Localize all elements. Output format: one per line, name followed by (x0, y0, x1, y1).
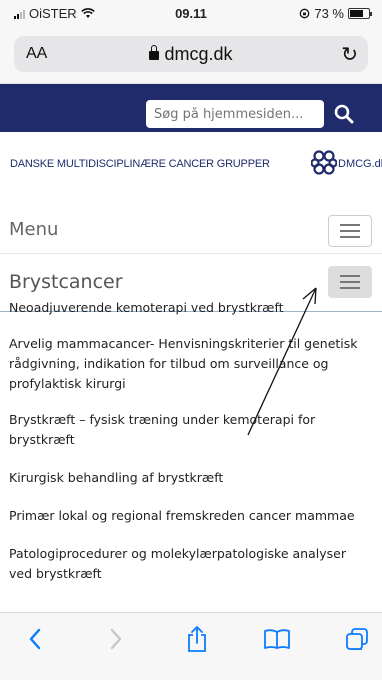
menu-label: Menu (9, 219, 59, 240)
status-bar: OiSTER 09.11 73 % (0, 0, 382, 28)
main-menu-toggle-button[interactable] (328, 215, 372, 247)
reload-icon[interactable]: ↻ (341, 42, 358, 67)
bookmarks-button[interactable] (262, 625, 292, 653)
hamburger-icon-bar (340, 275, 360, 277)
guideline-link[interactable]: Primær lokal og regional fremskreden can… (9, 506, 371, 526)
logo-abbreviation[interactable]: DMCG.dk (338, 158, 382, 170)
back-button[interactable] (20, 625, 50, 653)
section-label: Brystcancer (9, 271, 123, 293)
battery-group: 73 % (299, 6, 372, 21)
tabs-button[interactable] (342, 625, 372, 653)
section-menu-toggle-button[interactable] (328, 266, 372, 298)
url-display[interactable]: dmcg.dk (14, 44, 368, 65)
battery-icon (348, 8, 372, 19)
hamburger-icon-bar (340, 230, 360, 232)
orientation-lock-icon (300, 8, 310, 19)
browser-toolbar (0, 612, 382, 680)
back-icon (29, 628, 41, 650)
forward-button[interactable] (101, 625, 131, 653)
hamburger-icon-bar (340, 281, 360, 283)
main-menu-row: Menu (0, 206, 382, 254)
lock-icon (149, 45, 160, 60)
address-bar[interactable]: AA dmcg.dk ↻ (14, 36, 368, 72)
guideline-link[interactable]: Patologiprocedurer og molekylærpatologis… (9, 544, 371, 584)
share-button[interactable] (182, 625, 212, 653)
guideline-link[interactable]: Arvelig mammacancer- Henvisningskriterie… (9, 334, 371, 394)
hamburger-icon-bar (340, 236, 360, 238)
guideline-link[interactable]: Kirurgisk behandling af brystkræft (9, 468, 371, 488)
forward-icon (110, 628, 122, 650)
tabs-icon (346, 628, 368, 650)
bookmarks-icon (264, 629, 290, 649)
search-icon (334, 104, 354, 124)
battery-percent: 73 % (314, 6, 344, 21)
dmcg-logo-icon[interactable] (311, 149, 337, 175)
guideline-link-list: Neoadjuverende kemoterapi ved brystkræft… (9, 298, 371, 584)
logo-text[interactable]: DANSKE MULTIDISCIPLINÆRE CANCER GRUPPER (10, 158, 270, 170)
site-search-button[interactable] (328, 100, 360, 128)
hamburger-icon-bar (340, 224, 360, 226)
site-search-input[interactable] (146, 100, 324, 128)
guideline-link[interactable]: Brystkræft – fysisk træning under kemote… (9, 410, 371, 450)
share-icon (188, 626, 206, 652)
hamburger-icon-bar (340, 287, 360, 289)
url-text: dmcg.dk (164, 44, 233, 64)
guideline-link[interactable]: Neoadjuverende kemoterapi ved brystkræft (9, 298, 371, 318)
browser-address-area: AA dmcg.dk ↻ (0, 28, 382, 84)
